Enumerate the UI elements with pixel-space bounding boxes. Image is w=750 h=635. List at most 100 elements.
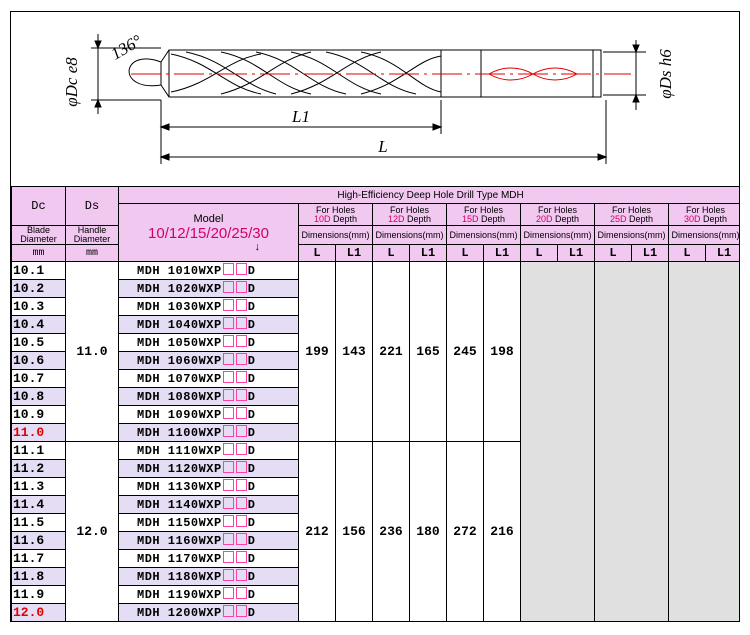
- blade-diameter-cell: 11.7: [11, 549, 66, 568]
- model-code: MDH 1110WXP: [137, 444, 222, 458]
- model-suffix: D: [247, 390, 256, 404]
- dimensions-header-2: Dimensions(mm): [446, 225, 521, 245]
- length-code-box: [235, 587, 247, 599]
- model-code: MDH 1200WXP: [137, 606, 222, 620]
- depth-suffix: Depth: [481, 213, 506, 224]
- model-suffix: D: [247, 462, 256, 476]
- depth-header-4: For Holes 25D Depth: [594, 203, 669, 226]
- l-column-header: L: [594, 244, 632, 262]
- model-code: MDH 1010WXP: [137, 264, 222, 278]
- model-cell: MDH 1110WXP D: [118, 441, 299, 460]
- length-code-box: [222, 371, 234, 383]
- depth-header-1: For Holes 12D Depth: [372, 203, 447, 226]
- length-code-box: [235, 425, 247, 437]
- depth-header-2: For Holes 15D Depth: [446, 203, 521, 226]
- ds-header: Ds: [65, 186, 119, 226]
- l-value-cell: 221: [372, 261, 410, 442]
- table-title: High-Efficiency Deep Hole Drill Type MDH: [117, 186, 739, 204]
- dimensions-header-5: Dimensions(mm): [667, 225, 739, 245]
- model-cell: MDH 1190WXP D: [118, 585, 299, 604]
- blade-diameter-cell: 11.4: [11, 495, 66, 514]
- blade-diameter-cell: 11.0: [11, 423, 66, 442]
- unavailable-cell: [520, 261, 595, 621]
- model-suffix: D: [247, 552, 256, 566]
- depth-line: 20D Depth: [522, 214, 594, 224]
- depth-value: 25D: [609, 213, 627, 224]
- depth-line: 15D Depth: [448, 213, 520, 224]
- length-code-box: [222, 389, 234, 401]
- length-code-box: [222, 533, 234, 545]
- model-code: MDH 1020WXP: [137, 282, 222, 296]
- l-value-cell: 236: [372, 441, 410, 621]
- dimensions-header-3: Dimensions(mm): [520, 225, 595, 245]
- dc-header: Dc: [11, 186, 66, 226]
- length-code-box: [222, 497, 234, 509]
- blade-diameter-cell: 10.8: [11, 387, 66, 406]
- l-value-cell: 212: [298, 441, 336, 621]
- depth-line: 10D Depth: [300, 214, 372, 224]
- blade-diameter-header: Blade Diameter: [11, 225, 66, 245]
- length-code-box: [235, 317, 247, 329]
- length-code-box: [222, 299, 234, 311]
- dc-unit: mm: [11, 244, 66, 262]
- model-suffix: D: [247, 372, 256, 386]
- model-code: MDH 1120WXP: [137, 462, 222, 476]
- length-code-box: [235, 497, 247, 509]
- blade-diameter-cell: 11.5: [11, 513, 66, 532]
- blade-diameter-cell: 11.3: [11, 477, 66, 496]
- model-cell: MDH 1120WXP D: [118, 459, 299, 478]
- length-code-box: [235, 551, 247, 563]
- l1-label: L1: [291, 107, 310, 126]
- blade-diameter-cell: 10.9: [11, 405, 66, 424]
- model-cell: MDH 1060WXP D: [118, 351, 299, 370]
- dimensions-header-4: Dimensions(mm): [594, 225, 669, 245]
- length-code-box: [222, 443, 234, 455]
- l-column-header: L: [520, 244, 558, 262]
- handle-diameter-cell: 12.0: [65, 441, 119, 621]
- length-code-box: [222, 335, 234, 347]
- model-suffix: D: [247, 354, 256, 368]
- model-arrow: ↓: [254, 240, 261, 253]
- model-cell: MDH 1100WXP D: [118, 423, 299, 442]
- l-label: L: [377, 137, 387, 156]
- l1-value-cell: 143: [335, 261, 373, 442]
- blade-diameter-cell: 10.6: [11, 351, 66, 370]
- model-cell: MDH 1180WXP D: [118, 567, 299, 586]
- table-row: 10.1 11.0 MDH 1010WXP D 199 143 221 165 245 198: [11, 261, 739, 621]
- length-code-box: [235, 299, 247, 311]
- model-code: MDH 1070WXP: [137, 372, 222, 386]
- model-cell: MDH 1010WXP D: [118, 261, 299, 280]
- l1-column-header: L1: [483, 244, 521, 262]
- model-suffix: D: [247, 336, 256, 350]
- blade-line2: Diameter: [20, 234, 57, 244]
- model-cell: MDH 1170WXP D: [118, 549, 299, 568]
- length-code-box: [235, 371, 247, 383]
- model-suffix: D: [247, 408, 256, 422]
- l-value-cell: 272: [446, 441, 484, 621]
- length-code-box: [235, 605, 247, 617]
- model-cell: MDH 1130WXP D: [118, 477, 299, 496]
- model-code: MDH 1050WXP: [137, 336, 222, 350]
- l1-column-header: L1: [704, 244, 739, 262]
- model-cell: MDH 1020WXP D: [118, 279, 299, 298]
- length-code-box: [235, 263, 247, 275]
- length-code-box: [235, 533, 247, 545]
- l1-column-header: L1: [335, 244, 373, 262]
- length-code-box: [222, 569, 234, 581]
- blade-diameter-cell: 10.1: [11, 261, 66, 280]
- l-column-header: L: [668, 244, 706, 262]
- length-code-box: [222, 587, 234, 599]
- dimensions-header-0: Dimensions(mm): [298, 225, 373, 245]
- model-suffix: D: [247, 534, 256, 548]
- l1-value-cell: 156: [335, 441, 373, 621]
- l-column-header: L: [372, 244, 410, 262]
- model-code: MDH 1140WXP: [137, 498, 222, 512]
- dimensions-header-1: Dimensions(mm): [372, 225, 447, 245]
- l1-value-cell: 180: [409, 441, 447, 621]
- blade-diameter-cell: 11.6: [11, 531, 66, 550]
- model-code: MDH 1190WXP: [137, 588, 222, 602]
- model-header: Model 10/12/15/20/25/30 ↓: [118, 203, 299, 262]
- drill-technical-drawing: φDc e8 136° φDs h6 L1 L: [62, 31, 675, 164]
- ds-unit: mm: [65, 244, 119, 262]
- model-cell: MDH 1050WXP D: [118, 333, 299, 352]
